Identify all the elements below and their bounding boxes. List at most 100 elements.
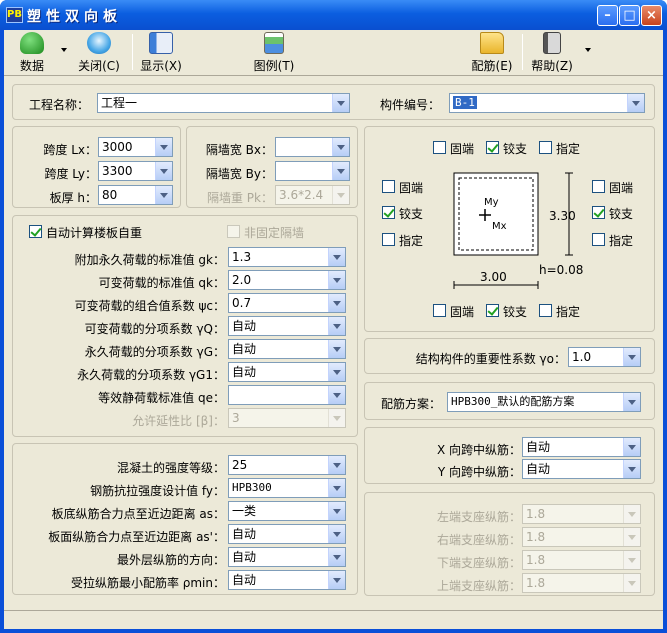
rho-min-label: 受拉纵筋最小配筋率 ρmin： bbox=[70, 576, 225, 590]
close-button[interactable]: 关闭(C) bbox=[72, 32, 126, 74]
chevron-down-icon[interactable] bbox=[328, 525, 345, 543]
gk-combo[interactable]: 1.3 bbox=[228, 247, 346, 267]
chevron-down-icon[interactable] bbox=[332, 162, 349, 180]
chevron-down-icon[interactable] bbox=[155, 162, 172, 180]
chevron-down-icon[interactable] bbox=[328, 479, 345, 497]
display-button[interactable]: 显示(X) bbox=[137, 32, 185, 74]
chevron-down-icon bbox=[328, 409, 345, 427]
member-id-combo[interactable]: B-1 bbox=[449, 93, 645, 113]
right-end-rebar-combo: 1.8 bbox=[522, 527, 641, 547]
chevron-down-icon[interactable] bbox=[328, 248, 345, 266]
chevron-down-icon[interactable] bbox=[627, 94, 644, 112]
ly-combo[interactable]: 3300 bbox=[98, 161, 173, 181]
legend-button[interactable]: 图例(T) bbox=[248, 32, 300, 74]
help-dropdown-arrow[interactable] bbox=[585, 48, 591, 52]
lx-combo[interactable]: 3000 bbox=[98, 137, 173, 157]
as-combo[interactable]: 一类 bbox=[228, 501, 346, 521]
chevron-down-icon[interactable] bbox=[328, 571, 345, 589]
project-name-combo[interactable]: 工程一 bbox=[97, 93, 350, 113]
rebar-button[interactable]: 配筋(E) bbox=[468, 32, 516, 74]
toolbar-separator bbox=[522, 34, 523, 70]
help-button[interactable]: 帮助(Z) bbox=[529, 32, 575, 74]
fy-combo[interactable]: HPB300 bbox=[228, 478, 346, 498]
client-area: 数据 关闭(C) 显示(X) 图例(T) 配筋(E) 帮助(Z) 工程名称： 工… bbox=[4, 30, 663, 629]
pk-label: 隔墙重 Pk： bbox=[206, 191, 273, 205]
app-logo-icon: PB bbox=[6, 7, 23, 23]
chevron-down-icon bbox=[623, 505, 640, 523]
chevron-down-icon[interactable] bbox=[328, 386, 345, 404]
chevron-down-icon bbox=[623, 551, 640, 569]
y-mid-rebar-combo[interactable]: 自动 bbox=[522, 459, 641, 479]
chevron-down-icon[interactable] bbox=[332, 138, 349, 156]
bottom-end-rebar-combo: 1.8 bbox=[522, 550, 641, 570]
help-label: 帮助(Z) bbox=[531, 59, 573, 73]
outer-direction-combo[interactable]: 自动 bbox=[228, 547, 346, 567]
chevron-down-icon[interactable] bbox=[328, 317, 345, 335]
chevron-down-icon[interactable] bbox=[328, 548, 345, 566]
title-bar[interactable]: PB 塑性双向板 – □ × bbox=[0, 0, 667, 30]
thickness-combo[interactable]: 80 bbox=[98, 185, 173, 205]
mid-rebar-panel: X 向跨中纵筋： 自动 Y 向跨中纵筋： 自动 bbox=[364, 427, 655, 484]
chevron-down-icon[interactable] bbox=[623, 348, 640, 366]
top-end-rebar-label: 上端支座纵筋： bbox=[436, 579, 521, 593]
chevron-down-icon[interactable] bbox=[623, 460, 640, 478]
display-icon bbox=[149, 32, 173, 54]
concrete-grade-combo[interactable]: 25 bbox=[228, 455, 346, 475]
chevron-down-icon[interactable] bbox=[328, 294, 345, 312]
chevron-down-icon[interactable] bbox=[623, 438, 640, 456]
gamma-q-combo[interactable]: 自动 bbox=[228, 316, 346, 336]
chevron-down-icon[interactable] bbox=[332, 94, 349, 112]
data-dropdown-arrow[interactable] bbox=[61, 48, 67, 52]
chevron-down-icon bbox=[623, 528, 640, 546]
chevron-down-icon[interactable] bbox=[328, 502, 345, 520]
display-label: 显示(X) bbox=[140, 59, 182, 73]
window-title: 塑性双向板 bbox=[27, 9, 122, 25]
maximize-button[interactable]: □ bbox=[619, 5, 640, 26]
qe-combo[interactable] bbox=[228, 385, 346, 405]
importance-label: 结构构件的重要性系数 γo： bbox=[415, 352, 566, 366]
as-label: 板底纵筋合力点至近边距离 as： bbox=[51, 507, 225, 521]
psic-label: 可变荷载的组合值系数 ψc： bbox=[74, 299, 225, 313]
gk-label: 附加永久荷载的标准值 gk： bbox=[74, 253, 225, 267]
ly-label: 跨度 Ly： bbox=[44, 167, 97, 181]
left-end-rebar-combo: 1.8 bbox=[522, 504, 641, 524]
chevron-down-icon[interactable] bbox=[155, 186, 172, 204]
by-combo[interactable] bbox=[275, 161, 350, 181]
bx-combo[interactable] bbox=[275, 137, 350, 157]
chevron-down-icon[interactable] bbox=[155, 138, 172, 156]
gamma-g1-combo[interactable]: 自动 bbox=[228, 362, 346, 382]
ductility-combo: 3 bbox=[228, 408, 346, 428]
slab-outline bbox=[453, 172, 539, 256]
scheme-combo[interactable]: HPB300_默认的配筋方案 bbox=[447, 392, 641, 412]
close-window-button[interactable]: × bbox=[641, 5, 662, 26]
gamma-g-combo[interactable]: 自动 bbox=[228, 339, 346, 359]
chevron-down-icon[interactable] bbox=[328, 363, 345, 381]
app-window: PB 塑性双向板 – □ × 数据 关闭(C) 显示(X) 图例(T) 配筋(E… bbox=[0, 0, 667, 633]
as-top-label: 板面纵筋合力点至近边距离 as'： bbox=[48, 530, 225, 544]
material-panel: 混凝土的强度等级： 25 钢筋抗拉强度设计值 fy： HPB300 板底纵筋合力… bbox=[12, 443, 358, 595]
help-book-icon bbox=[543, 32, 561, 54]
partition-panel: 隔墙宽 Bx： 隔墙宽 By： 隔墙重 Pk： 3.6*2.4 bbox=[186, 126, 358, 208]
chevron-down-icon[interactable] bbox=[328, 271, 345, 289]
data-button[interactable]: 数据 bbox=[12, 32, 52, 74]
chevron-down-icon[interactable] bbox=[623, 393, 640, 411]
as-top-combo[interactable]: 自动 bbox=[228, 524, 346, 544]
rho-min-combo[interactable]: 自动 bbox=[228, 570, 346, 590]
x-mid-rebar-combo[interactable]: 自动 bbox=[522, 437, 641, 457]
minimize-button[interactable]: – bbox=[597, 5, 618, 26]
psic-combo[interactable]: 0.7 bbox=[228, 293, 346, 313]
outer-direction-label: 最外层纵筋的方向： bbox=[116, 553, 225, 567]
qk-combo[interactable]: 2.0 bbox=[228, 270, 346, 290]
thickness-annotation: h=0.08 bbox=[539, 263, 584, 277]
project-panel: 工程名称： 工程一 构件编号： B-1 bbox=[12, 84, 655, 120]
non-fixed-wall-checkbox bbox=[227, 225, 240, 238]
non-fixed-wall-label: 非固定隔墙 bbox=[244, 226, 305, 240]
chevron-down-icon[interactable] bbox=[328, 340, 345, 358]
importance-combo[interactable]: 1.0 bbox=[568, 347, 641, 367]
auto-weight-checkbox[interactable] bbox=[29, 225, 42, 238]
close-doc-icon bbox=[87, 32, 111, 54]
thickness-label: 板厚 h： bbox=[49, 191, 97, 205]
chevron-down-icon[interactable] bbox=[328, 456, 345, 474]
gamma-q-label: 可变荷载的分项系数 γQ： bbox=[84, 322, 225, 336]
close-label: 关闭(C) bbox=[78, 59, 120, 73]
